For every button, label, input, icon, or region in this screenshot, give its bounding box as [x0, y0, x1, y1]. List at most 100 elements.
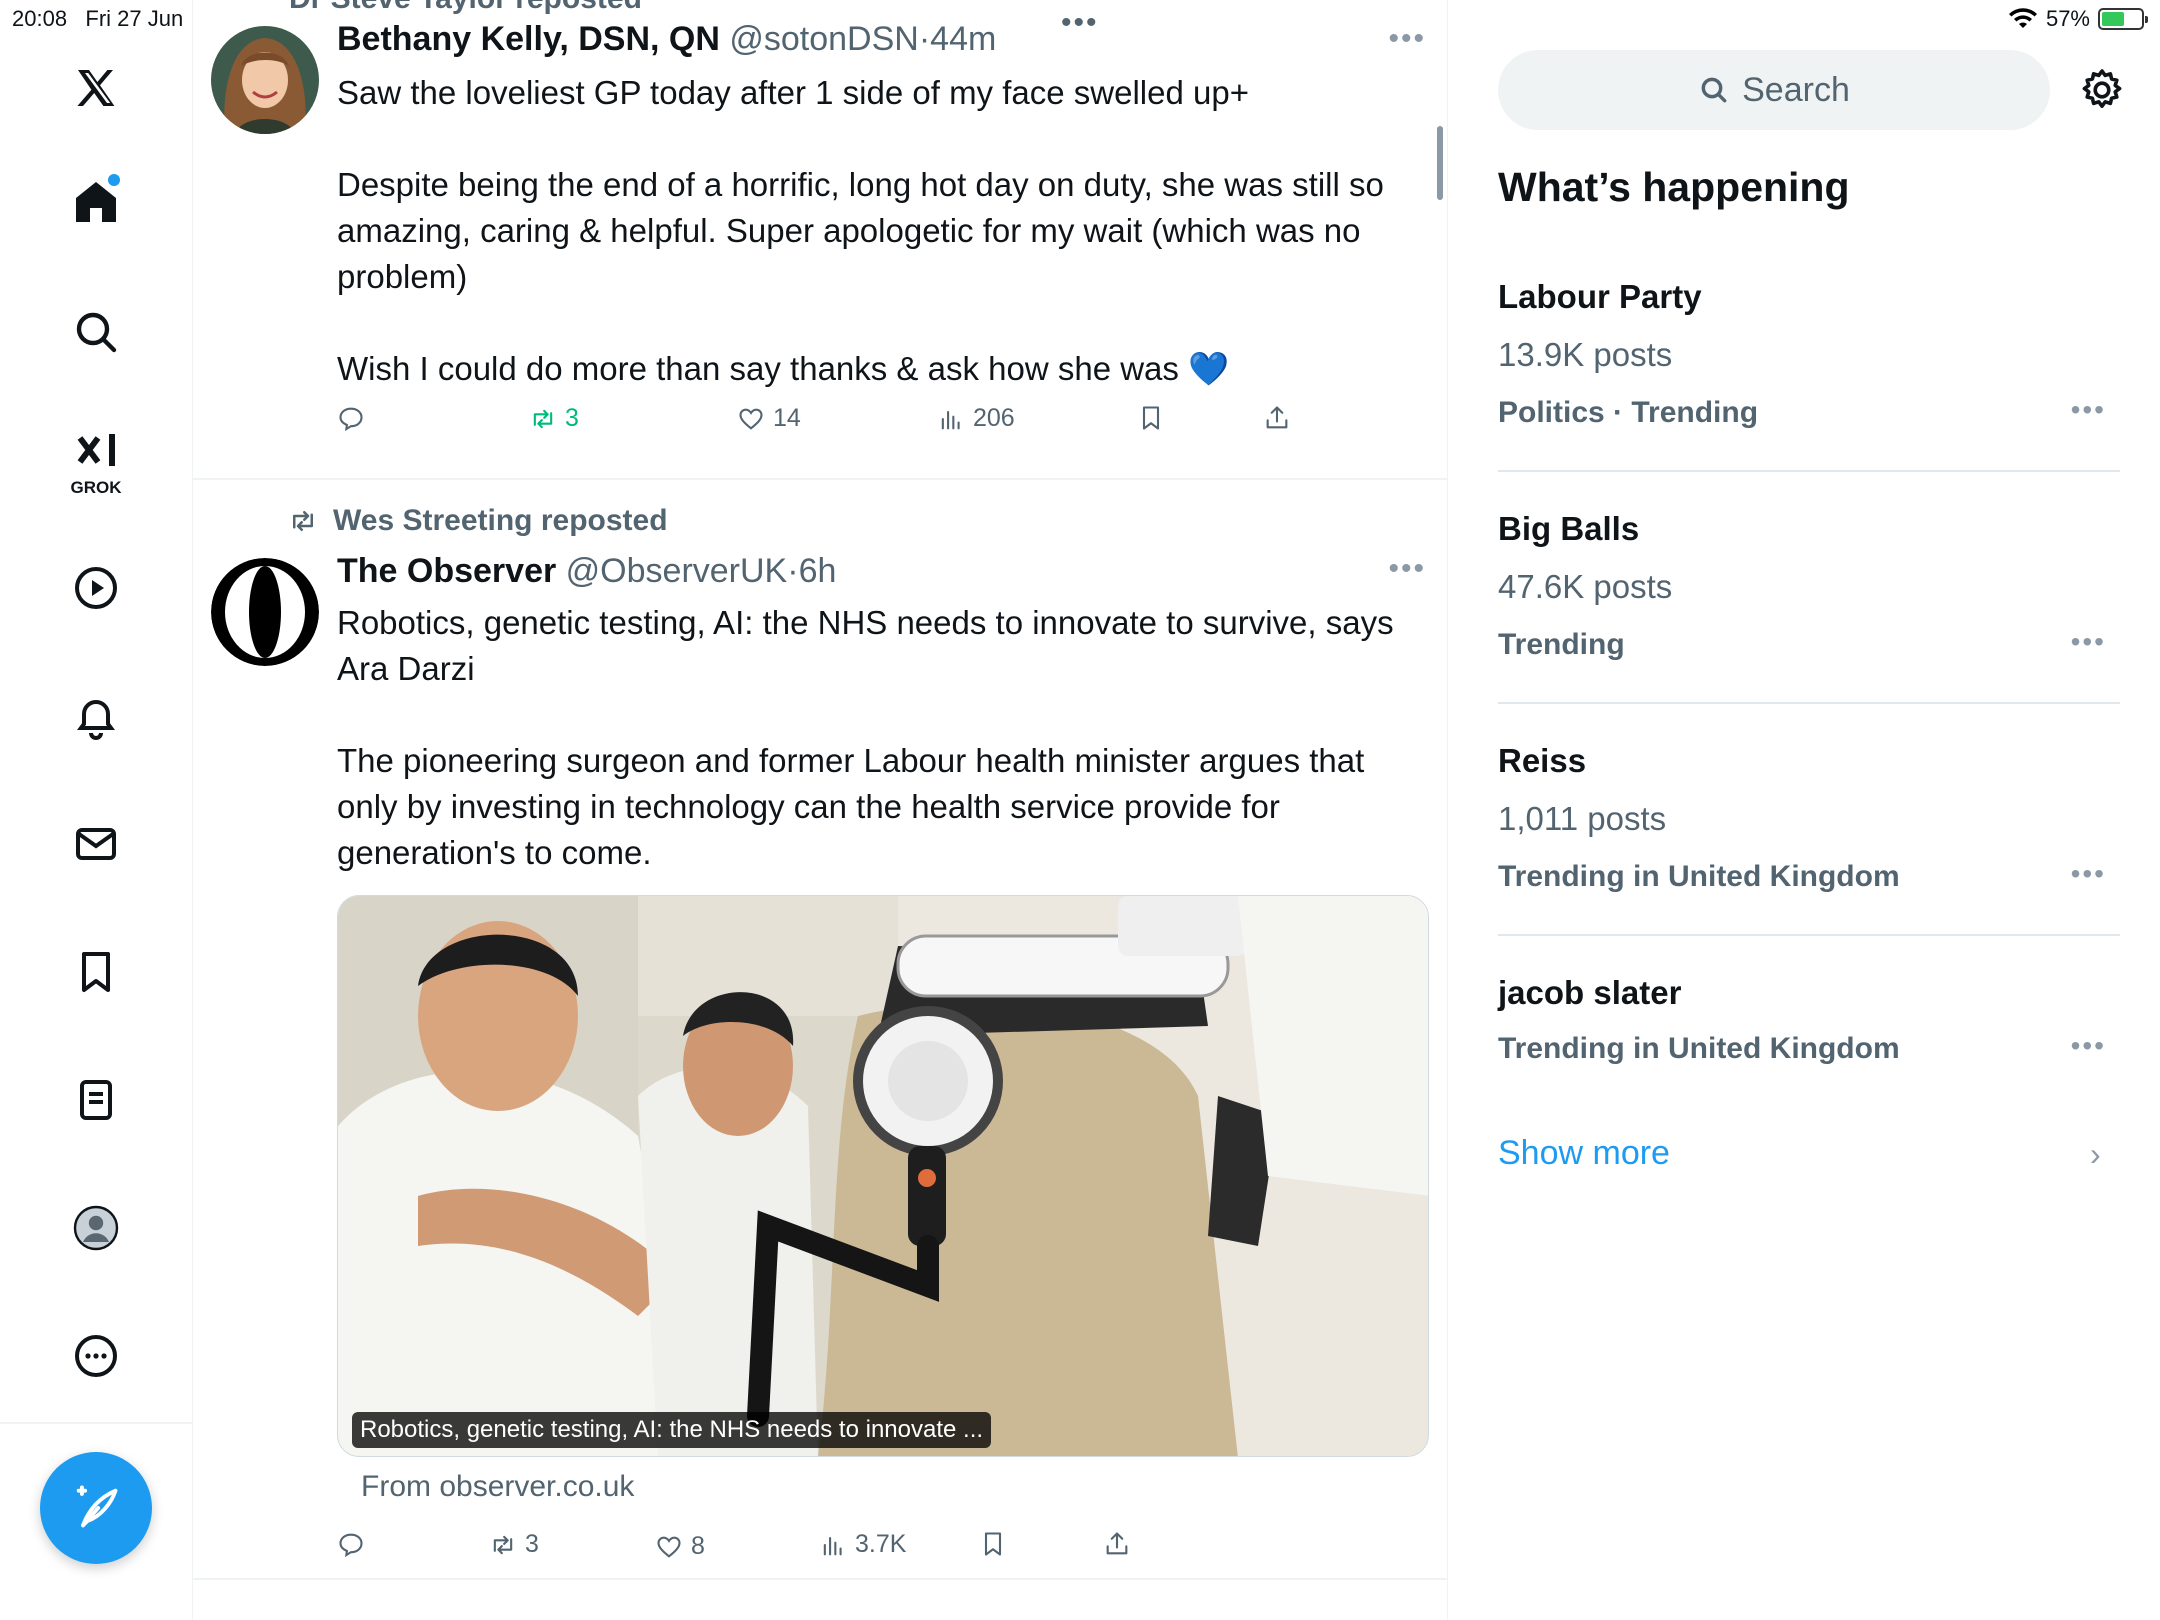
- bookmarks-icon[interactable]: [66, 942, 126, 1002]
- post-text: Robotics, genetic testing, AI: the NHS n…: [337, 604, 1394, 871]
- share-button[interactable]: [1103, 1530, 1131, 1558]
- repost-count: 3: [525, 1530, 539, 1558]
- post-time[interactable]: 44m: [930, 20, 996, 58]
- trend-post-count: 1,011 posts: [1498, 800, 1667, 837]
- reply-button[interactable]: [337, 1530, 373, 1558]
- view-count: 206: [973, 404, 1015, 432]
- repost-button[interactable]: 3: [529, 404, 579, 433]
- views-button[interactable]: 3.7K: [819, 1530, 906, 1559]
- share-button[interactable]: [1263, 404, 1291, 432]
- header-separator: ·: [918, 20, 931, 58]
- lists-icon[interactable]: [66, 1070, 126, 1130]
- trend-more-icon[interactable]: •••: [2071, 858, 2106, 890]
- trend-category: Trending in United Kingdom: [1498, 1032, 1900, 1065]
- sidebar-divider: [0, 1422, 193, 1424]
- repost-icon: [293, 511, 313, 531]
- repost-button[interactable]: 3: [489, 1530, 539, 1559]
- post-more-icon[interactable]: •••: [1388, 22, 1426, 56]
- chevron-right-icon: ›: [2090, 1136, 2101, 1172]
- show-more-link[interactable]: Show more: [1498, 1134, 1670, 1173]
- link-card-title: Robotics, genetic testing, AI: the NHS n…: [352, 1412, 992, 1448]
- post-more-icon[interactable]: •••: [1388, 552, 1426, 586]
- share-icon: [1266, 406, 1288, 429]
- trend-divider: [1498, 934, 2120, 936]
- heart-icon: [739, 408, 763, 430]
- trend-divider: [1498, 702, 2120, 704]
- trend-item[interactable]: Reiss 1,011 posts Trending in United Kin…: [1498, 742, 2120, 937]
- views-icon: [941, 410, 960, 429]
- reply-button[interactable]: [337, 404, 373, 432]
- bookmark-button[interactable]: [1137, 404, 1165, 432]
- like-button[interactable]: 8: [655, 1532, 705, 1561]
- search-input[interactable]: Search: [1498, 50, 2050, 130]
- views-icon: [823, 1536, 842, 1555]
- right-column: Search What’s happening Labour Party 13.…: [1448, 0, 2160, 1620]
- repost-count: 3: [565, 404, 579, 432]
- home-notification-dot: [108, 174, 120, 186]
- post[interactable]: Bethany Kelly, DSN, QN @sotonDSN·44m •••…: [193, 0, 1447, 480]
- notifications-icon[interactable]: [66, 686, 126, 746]
- sidebar: GROK: [0, 0, 193, 1620]
- reply-icon: [339, 407, 363, 432]
- trend-more-icon[interactable]: •••: [2071, 394, 2106, 426]
- more-icon[interactable]: [66, 1326, 126, 1386]
- post-text: Saw the loveliest GP today after 1 side …: [337, 74, 1384, 387]
- grok-icon[interactable]: [66, 424, 126, 484]
- views-button[interactable]: 206: [937, 404, 1015, 433]
- compose-button[interactable]: [40, 1452, 152, 1564]
- link-card-image[interactable]: Robotics, genetic testing, AI: the NHS n…: [337, 895, 1429, 1457]
- author-name[interactable]: Bethany Kelly, DSN, QN: [337, 20, 720, 58]
- reply-icon: [339, 1533, 363, 1558]
- post[interactable]: Wes Streeting reposted The Observer @Obs…: [193, 480, 1447, 1580]
- search-placeholder: Search: [1742, 70, 1850, 109]
- view-count: 3.7K: [855, 1530, 907, 1558]
- share-icon: [1106, 1532, 1128, 1555]
- messages-icon[interactable]: [66, 814, 126, 874]
- author-handle[interactable]: @ObserverUK: [566, 552, 788, 590]
- trend-category: Trending: [1498, 628, 1625, 661]
- repost-icon: [493, 1535, 513, 1554]
- trend-post-count: 13.9K posts: [1498, 336, 1673, 373]
- bookmark-icon: [1142, 406, 1160, 430]
- trend-name: Labour Party: [1498, 278, 1702, 315]
- trend-name: Big Balls: [1498, 510, 1640, 547]
- trend-post-count: 47.6K posts: [1498, 568, 1673, 605]
- post-time[interactable]: 6h: [799, 552, 837, 590]
- trend-divider: [1498, 470, 2120, 472]
- avatar[interactable]: [211, 558, 319, 666]
- article-photo: [338, 896, 1428, 1456]
- settings-button[interactable]: [2078, 66, 2126, 114]
- avatar[interactable]: [211, 26, 319, 134]
- trend-item[interactable]: Labour Party 13.9K posts Politics · Tren…: [1498, 278, 2120, 473]
- heart-icon: [657, 1536, 681, 1558]
- trend-item[interactable]: Big Balls 47.6K posts Trending •••: [1498, 510, 2120, 705]
- post-actions: 3 14 206: [337, 404, 1337, 444]
- trend-more-icon[interactable]: •••: [2071, 1030, 2106, 1062]
- search-icon[interactable]: [66, 302, 126, 362]
- search-icon: [1701, 77, 1727, 103]
- trend-name: jacob slater: [1498, 974, 1682, 1011]
- scrollbar[interactable]: [1437, 126, 1443, 200]
- profile-icon[interactable]: [66, 1198, 126, 1258]
- grok-label: GROK: [70, 478, 122, 497]
- timeline[interactable]: Dr Steve Taylor reposted ••• Bethany Kel…: [193, 0, 1448, 1620]
- reposted-by-label[interactable]: Wes Streeting reposted: [333, 504, 668, 538]
- trend-category: Politics · Trending: [1498, 396, 1759, 429]
- like-button[interactable]: 14: [737, 404, 801, 433]
- bookmark-icon: [984, 1532, 1002, 1556]
- trend-more-icon[interactable]: •••: [2071, 626, 2106, 658]
- repost-icon: [533, 409, 553, 428]
- reposted-by: Wes Streeting reposted: [285, 504, 668, 538]
- trend-item[interactable]: jacob slater Trending in United Kingdom …: [1498, 974, 2120, 1094]
- post-header: Bethany Kelly, DSN, QN @sotonDSN·44m: [337, 20, 996, 59]
- gear-icon: [2082, 69, 2122, 108]
- link-card-source[interactable]: From observer.co.uk: [361, 1470, 634, 1504]
- bookmark-button[interactable]: [979, 1530, 1007, 1558]
- post-header: The Observer @ObserverUK·6h: [337, 552, 836, 591]
- whats-happening-title: What’s happening: [1498, 164, 1850, 210]
- like-count: 8: [691, 1532, 705, 1560]
- author-name[interactable]: The Observer: [337, 552, 556, 590]
- video-icon[interactable]: [66, 558, 126, 618]
- author-handle[interactable]: @sotonDSN: [729, 20, 918, 58]
- x-logo-icon[interactable]: [66, 60, 126, 120]
